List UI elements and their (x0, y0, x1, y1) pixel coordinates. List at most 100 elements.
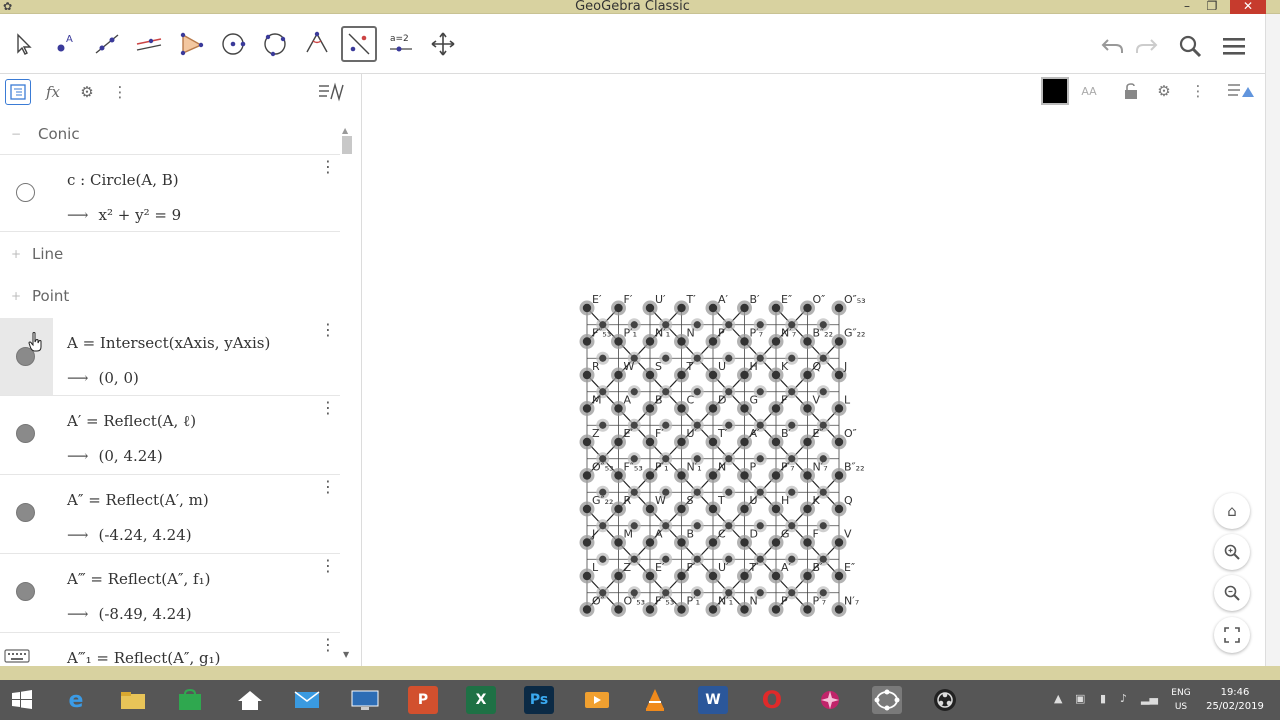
move-tool[interactable] (5, 26, 41, 62)
fx-icon[interactable]: fx (40, 79, 66, 105)
point[interactable] (819, 388, 827, 396)
point[interactable] (725, 354, 733, 362)
point[interactable] (834, 538, 844, 547)
point[interactable] (677, 337, 686, 346)
gear-icon[interactable]: ⚙ (1151, 78, 1177, 104)
more-vertical-icon[interactable]: ⋮ (1185, 78, 1211, 104)
circle-center-point-tool[interactable] (215, 26, 251, 62)
algebra-item-A-triple-prime[interactable]: A‴ = Reflect(A″, f₁) ⟶ (-8.49, 4.24) ⋮ (0, 554, 340, 633)
point[interactable] (803, 471, 812, 480)
point[interactable] (819, 522, 827, 530)
point[interactable] (725, 321, 733, 329)
scroll-down-arrow[interactable]: ▼ (343, 650, 349, 659)
point[interactable] (708, 303, 718, 313)
point[interactable] (803, 337, 812, 346)
point[interactable] (771, 538, 781, 547)
item-menu-button[interactable]: ⋮ (320, 558, 336, 574)
monitor-icon[interactable] (350, 686, 380, 714)
point[interactable] (582, 370, 592, 380)
point[interactable] (599, 421, 607, 429)
point[interactable] (614, 504, 623, 514)
point[interactable] (693, 522, 701, 530)
point[interactable] (756, 455, 764, 463)
point[interactable] (725, 488, 733, 496)
point[interactable] (708, 538, 718, 547)
point[interactable] (708, 337, 718, 346)
photoshop-icon[interactable]: Ps (524, 686, 554, 714)
restore-button[interactable]: ❐ (1203, 0, 1221, 14)
excel-icon[interactable]: X (466, 686, 496, 714)
angle-tool[interactable] (299, 26, 335, 62)
point[interactable] (788, 354, 796, 362)
algebra-item-A-prime[interactable]: A′ = Reflect(A, ℓ) ⟶ (0, 4.24) ⋮ (0, 396, 340, 475)
scroll-up-arrow[interactable]: ▲ (342, 126, 348, 135)
point[interactable] (614, 471, 623, 480)
point[interactable] (614, 437, 623, 447)
point[interactable] (582, 504, 592, 514)
point[interactable] (662, 354, 670, 362)
redo-button[interactable] (1129, 28, 1165, 64)
more-vertical-icon[interactable]: ⋮ (107, 79, 133, 105)
group-header-conic[interactable]: − Conic (0, 114, 340, 154)
home-icon[interactable] (235, 686, 265, 714)
point[interactable] (740, 504, 749, 514)
group-header-point[interactable]: + Point (0, 276, 340, 316)
word-icon[interactable]: W (698, 686, 728, 714)
vlc-icon[interactable] (640, 686, 670, 714)
point[interactable] (582, 605, 592, 614)
system-clock[interactable]: 19:46 25/02/2019 (1202, 686, 1268, 714)
point[interactable] (693, 388, 701, 396)
point[interactable] (740, 370, 749, 380)
home-icon[interactable]: ⌂ (1214, 493, 1250, 529)
expand-toggle[interactable]: + (0, 247, 32, 261)
point[interactable] (834, 605, 844, 614)
point[interactable] (677, 370, 686, 380)
fullscreen-icon[interactable] (1214, 617, 1250, 653)
point[interactable] (677, 303, 686, 313)
point[interactable] (677, 404, 686, 413)
point[interactable] (834, 571, 844, 581)
point[interactable] (834, 303, 844, 313)
point[interactable] (693, 488, 701, 496)
point[interactable] (693, 354, 701, 362)
slider-tool[interactable]: a=2 (383, 26, 419, 62)
opera-icon[interactable]: O (757, 686, 787, 714)
text-style-icon[interactable]: AA (1076, 78, 1102, 104)
zoom-in-icon[interactable] (1214, 534, 1250, 570)
point[interactable] (819, 488, 827, 496)
point[interactable] (645, 471, 655, 480)
point[interactable] (740, 404, 749, 413)
point[interactable] (677, 571, 686, 581)
media-icon[interactable] (582, 686, 612, 714)
point[interactable] (582, 404, 592, 413)
point[interactable] (771, 404, 781, 413)
item-menu-button[interactable]: ⋮ (320, 479, 336, 495)
style-bar-toggle-icon[interactable] (1225, 78, 1257, 104)
visibility-toggle[interactable] (16, 424, 35, 443)
point[interactable] (803, 538, 812, 547)
point[interactable] (771, 337, 781, 346)
point[interactable] (677, 504, 686, 514)
language-indicator[interactable]: ENG US (1165, 686, 1197, 714)
visibility-toggle[interactable] (16, 582, 35, 601)
keyboard-icon[interactable] (4, 648, 30, 663)
collapse-toggle[interactable]: − (0, 127, 32, 141)
tray-app-icon[interactable]: ▣ (1075, 692, 1085, 705)
point[interactable] (582, 571, 592, 581)
algebra-item-A-triple-prime-1[interactable]: A‴₁ = Reflect(A″, g₁) ⋮ (0, 633, 340, 667)
move-graphics-view-tool[interactable] (425, 26, 461, 62)
battery-icon[interactable]: ▮ (1100, 692, 1106, 705)
point[interactable] (677, 437, 686, 447)
scrollbar-thumb[interactable] (342, 136, 352, 154)
folder-icon[interactable] (118, 686, 148, 714)
point[interactable] (834, 437, 844, 447)
undo-button[interactable] (1094, 28, 1130, 64)
polygon-tool[interactable] (173, 26, 209, 62)
color-swatch[interactable] (1041, 77, 1069, 105)
point[interactable] (614, 337, 623, 346)
point[interactable] (662, 388, 670, 396)
point[interactable] (630, 555, 638, 563)
point[interactable] (599, 354, 607, 362)
zoom-out-icon[interactable] (1214, 575, 1250, 611)
item-menu-button[interactable]: ⋮ (320, 637, 336, 653)
